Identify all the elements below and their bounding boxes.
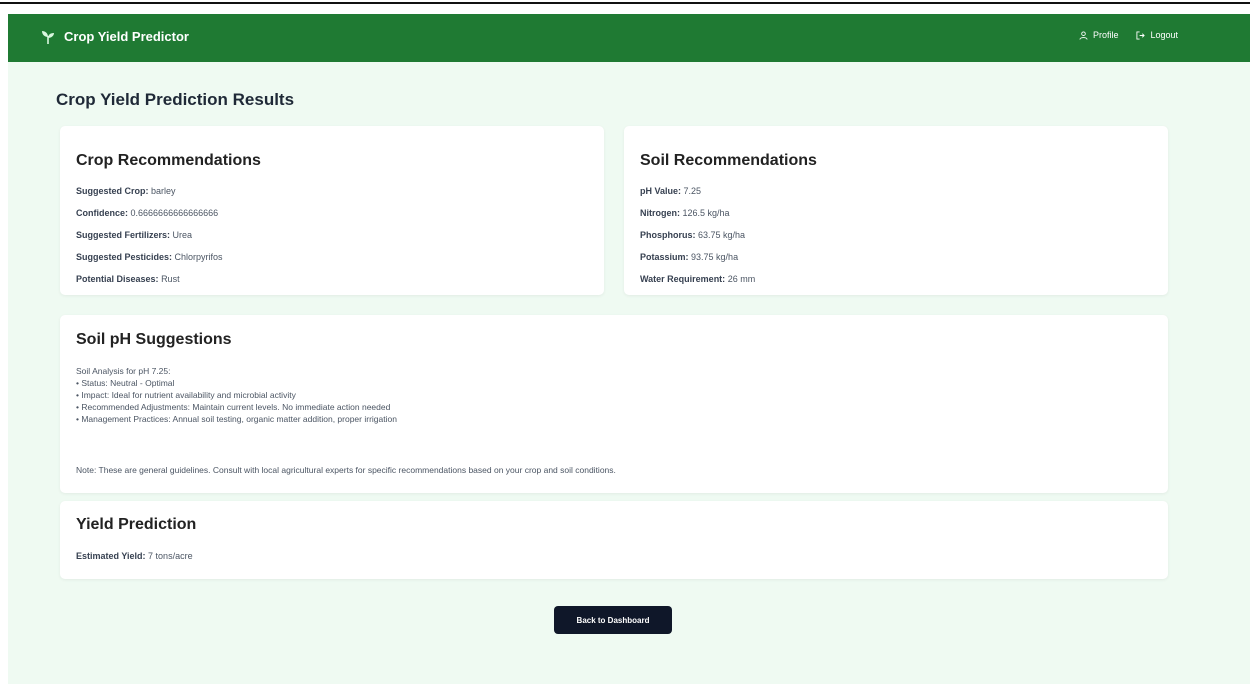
nav-links: Profile Logout [1079,30,1178,40]
soil-recommendations-list: pH Value: 7.25 Nitrogen: 126.5 kg/ha Pho… [640,186,755,296]
field-value: Chlorpyrifos [174,252,223,262]
pesticides-row: Suggested Pesticides: Chlorpyrifos [76,252,223,263]
ph-note: Note: These are general guidelines. Cons… [76,465,616,475]
confidence-row: Confidence: 0.6666666666666666 [76,208,223,219]
app-root: Crop Yield Predictor Profile Logout Crop… [8,14,1250,684]
field-value: 26 mm [727,274,756,284]
field-value: 7 tons/acre [148,551,193,561]
field-value: barley [151,186,176,196]
field-label: Suggested Crop: [76,186,149,196]
field-label: Suggested Pesticides: [76,252,173,262]
card-title: Soil Recommendations [640,152,817,169]
soil-recommendations-card: Soil Recommendations pH Value: 7.25 Nitr… [624,126,1168,295]
nitrogen-row: Nitrogen: 126.5 kg/ha [640,208,755,219]
field-label: Potential Diseases: [76,274,159,284]
back-to-dashboard-button[interactable]: Back to Dashboard [554,606,672,634]
nav-logout-link[interactable]: Logout [1136,30,1178,40]
user-icon [1079,30,1088,40]
ph-analysis-heading: Soil Analysis for pH 7.25: [76,366,171,376]
diseases-row: Potential Diseases: Rust [76,274,223,285]
field-label: Nitrogen: [640,208,680,218]
field-label: Potassium: [640,252,689,262]
ph-adjustments-line: • Recommended Adjustments: Maintain curr… [76,402,391,412]
phosphorus-row: Phosphorus: 63.75 kg/ha [640,230,755,241]
crop-recommendations-card: Crop Recommendations Suggested Crop: bar… [60,126,604,295]
potassium-row: Potassium: 93.75 kg/ha [640,252,755,263]
field-label: Confidence: [76,208,129,218]
field-label: Water Requirement: [640,274,726,284]
logout-icon [1136,30,1146,40]
soil-ph-suggestions-card: Soil pH Suggestions Soil Analysis for pH… [60,315,1168,493]
card-title: Yield Prediction [76,516,197,533]
card-title: Soil pH Suggestions [76,331,232,348]
ph-status-line: • Status: Neutral - Optimal [76,378,175,388]
ph-impact-line: • Impact: Ideal for nutrient availabilit… [76,390,296,400]
suggested-crop-row: Suggested Crop: barley [76,186,223,197]
field-label: Phosphorus: [640,230,696,240]
field-label: Estimated Yield: [76,551,146,561]
field-value: 93.75 kg/ha [691,252,739,262]
nav-profile-label: Profile [1092,30,1119,40]
sprout-icon [42,31,54,44]
card-title: Crop Recommendations [76,152,261,169]
field-value: Rust [161,274,180,284]
estimated-yield-row: Estimated Yield: 7 tons/acre [76,551,193,562]
fertilizers-row: Suggested Fertilizers: Urea [76,230,223,241]
field-value: 126.5 kg/ha [682,208,730,218]
field-value: 63.75 kg/ha [698,230,746,240]
field-value: Urea [172,230,193,240]
field-label: pH Value: [640,186,682,196]
crop-recommendations-list: Suggested Crop: barley Confidence: 0.666… [76,186,223,296]
field-value: 7.25 [683,186,702,196]
field-value: 0.6666666666666666 [130,208,219,218]
page-title: Crop Yield Prediction Results [56,90,295,109]
nav-logout-label: Logout [1150,30,1178,40]
yield-prediction-card: Yield Prediction Estimated Yield: 7 tons… [60,501,1168,579]
ph-value-row: pH Value: 7.25 [640,186,755,197]
field-label: Suggested Fertilizers: [76,230,171,240]
ph-practices-line: • Management Practices: Annual soil test… [76,414,397,424]
brand-title: Crop Yield Predictor [64,29,189,44]
top-border [0,2,1250,4]
brand-link[interactable]: Crop Yield Predictor [40,29,189,45]
ph-analysis-text: Soil Analysis for pH 7.25: • Status: Neu… [76,365,397,425]
navbar: Crop Yield Predictor Profile Logout [8,14,1250,62]
water-requirement-row: Water Requirement: 26 mm [640,274,755,285]
nav-profile-link[interactable]: Profile [1079,30,1119,40]
